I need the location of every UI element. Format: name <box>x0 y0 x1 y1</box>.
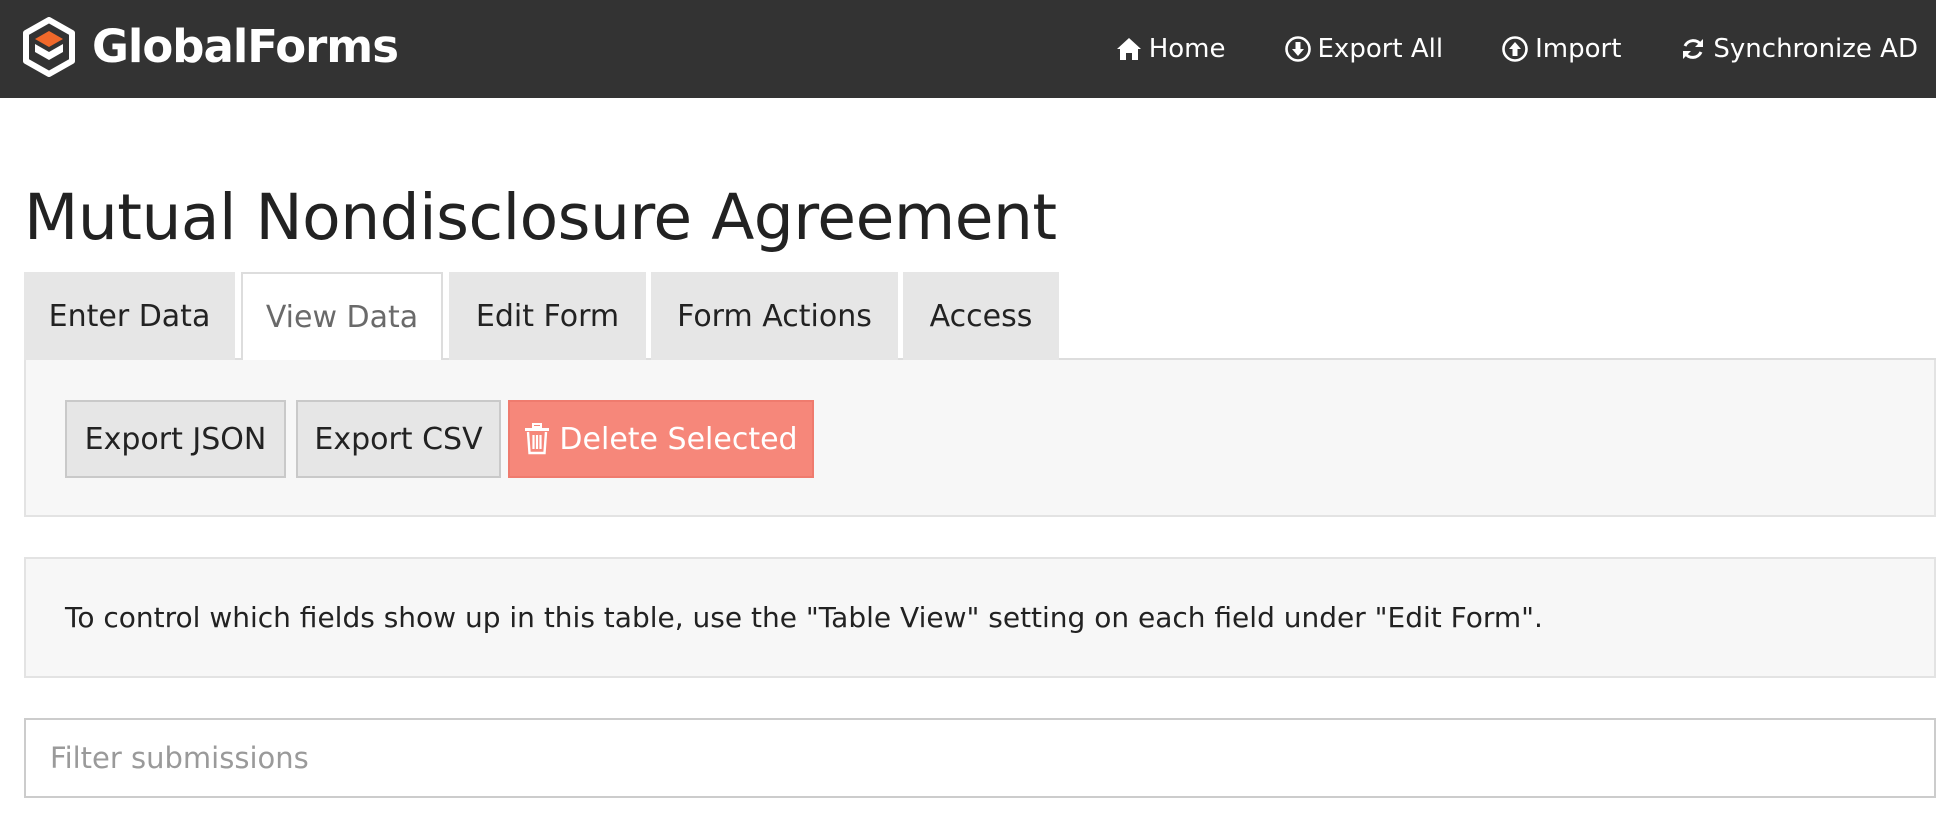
export-csv-button[interactable]: Export CSV <box>296 400 501 478</box>
top-navbar: GlobalForms Home Export All Import Synch… <box>0 0 1936 98</box>
tab-view-data[interactable]: View Data <box>241 272 443 362</box>
nav-export-all-label: Export All <box>1317 34 1444 64</box>
tab-label: Access <box>929 298 1033 334</box>
nav-links: Home Export All Import Synchronize AD <box>1057 0 1918 98</box>
brand-name: GlobalForms <box>92 20 399 73</box>
nav-home-link[interactable]: Home <box>1115 34 1226 64</box>
globalforms-logo-icon <box>23 17 75 77</box>
form-tabs: Enter Data View Data Edit Form Form Acti… <box>24 272 1936 362</box>
tab-form-actions[interactable]: Form Actions <box>651 272 898 360</box>
tab-label: Edit Form <box>475 298 620 334</box>
tab-edit-form[interactable]: Edit Form <box>449 272 646 360</box>
table-view-info-box: To control which fields show up in this … <box>24 557 1936 678</box>
refresh-icon <box>1683 39 1704 59</box>
nav-synchronize-ad-link[interactable]: Synchronize AD <box>1679 34 1918 64</box>
data-actions-panel: Export JSON Export CSV Delete Selected <box>24 360 1936 517</box>
nav-synchronize-ad-label: Synchronize AD <box>1713 34 1918 64</box>
nav-import-label: Import <box>1535 34 1622 64</box>
tab-enter-data[interactable]: Enter Data <box>24 272 235 360</box>
tab-label: Form Actions <box>677 298 872 334</box>
delete-selected-button[interactable]: Delete Selected <box>508 400 814 478</box>
tab-label: View Data <box>265 299 419 335</box>
page-title: Mutual Nondisclosure Agreement <box>24 181 1057 254</box>
home-icon <box>1116 38 1141 60</box>
tab-label: Enter Data <box>48 298 211 334</box>
tab-access[interactable]: Access <box>903 272 1059 360</box>
nav-export-all-link[interactable]: Export All <box>1284 34 1444 64</box>
filter-submissions-input[interactable] <box>24 718 1936 798</box>
nav-home-label: Home <box>1148 34 1226 64</box>
delete-selected-label: Delete Selected <box>559 421 798 457</box>
info-text: To control which fields show up in this … <box>65 601 1543 634</box>
brand[interactable]: GlobalForms <box>22 17 399 77</box>
upload-circle-icon <box>1502 36 1528 62</box>
trash-icon <box>525 423 550 455</box>
nav-import-link[interactable]: Import <box>1501 34 1621 64</box>
download-circle-icon <box>1284 36 1311 62</box>
export-json-button[interactable]: Export JSON <box>65 400 286 478</box>
